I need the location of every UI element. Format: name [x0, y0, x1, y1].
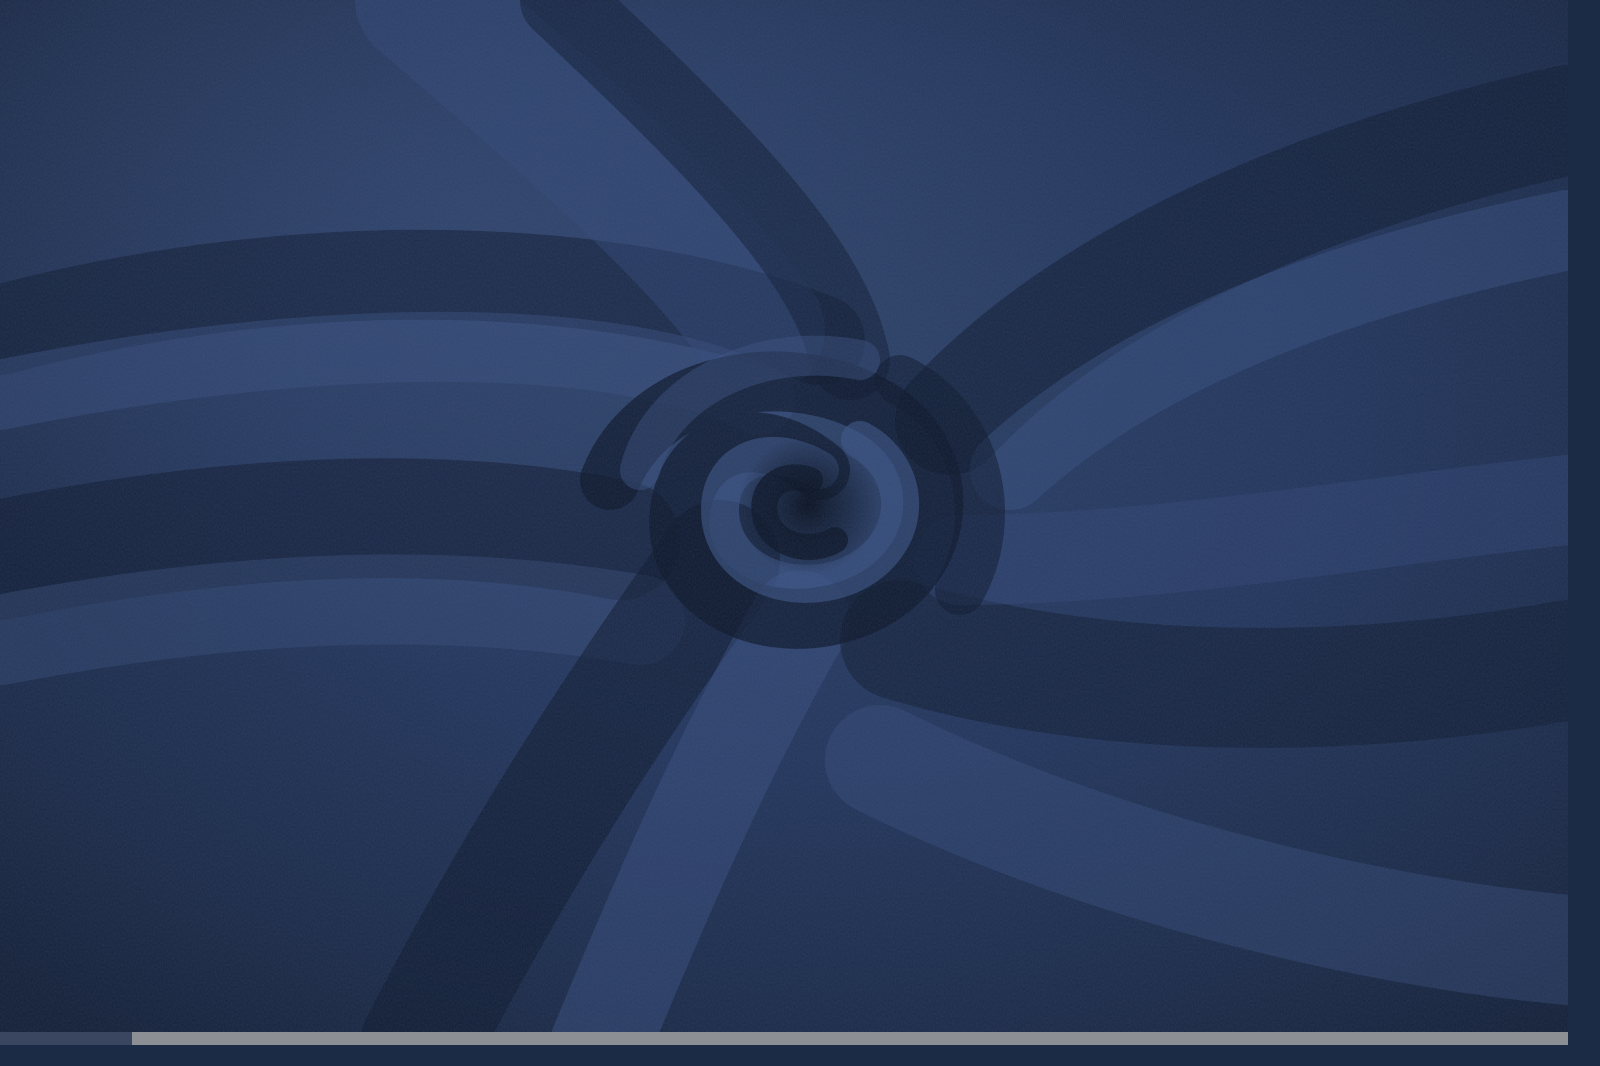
fabric-photo [0, 0, 1568, 1045]
fabric-texture [0, 0, 1568, 1045]
fabric-swirl-svg [0, 0, 1568, 1045]
bottom-edge-band-dark [0, 1032, 132, 1045]
bottom-edge-band [0, 1032, 1568, 1045]
